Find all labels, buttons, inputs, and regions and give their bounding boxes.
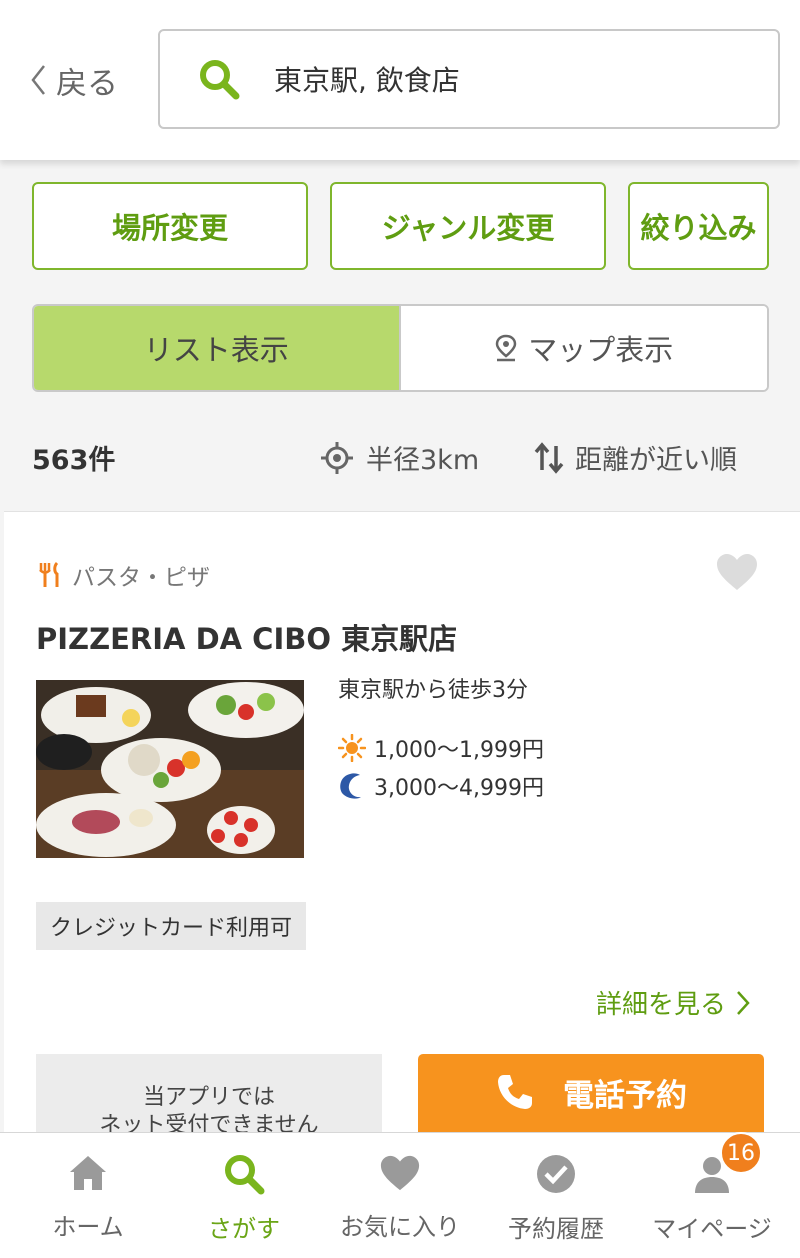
search-icon (225, 1155, 265, 1195)
heart-icon (717, 554, 757, 590)
bottom-tab-bar: ホーム さがす お気に入り 予約履歴 マイページ (0, 1132, 800, 1258)
genre-row: パスタ・ピザ (38, 558, 210, 592)
tab-home-label: ホーム (52, 1213, 124, 1241)
tab-search-label: さがす (208, 1215, 280, 1243)
tab-reservations[interactable]: 予約履歴 (476, 1133, 636, 1258)
location-target-icon (321, 441, 353, 474)
narrow-down-button[interactable]: 絞り込み (628, 182, 769, 270)
tab-favorites-label: お気に入り (340, 1213, 460, 1241)
access-text: 東京駅から徒歩3分 (338, 678, 528, 703)
heart-icon (380, 1155, 420, 1191)
change-genre-button[interactable]: ジャンル変更 (330, 182, 606, 270)
restaurant-photo[interactable] (36, 680, 304, 858)
sort-label: 距離が近い順 (575, 445, 737, 476)
notification-badge: 16 (720, 1132, 762, 1174)
favorite-button[interactable] (715, 552, 759, 596)
change-location-button[interactable]: 場所変更 (32, 182, 308, 270)
map-view-tab[interactable]: マップ表示 (400, 306, 767, 390)
tab-mypage[interactable]: マイページ (632, 1133, 792, 1258)
details-link-label: 詳細を見る (596, 990, 727, 1020)
lunch-price: 1,000〜1,999円 (374, 738, 544, 763)
check-circle-icon (537, 1155, 575, 1193)
phone-reserve-label: 電話予約 (563, 1077, 687, 1114)
search-icon (200, 60, 240, 100)
list-view-label: リスト表示 (143, 333, 289, 367)
radius-selector[interactable]: 半径3km (320, 438, 479, 477)
results-bar: 563件 半径3km 距離が近い順 (0, 430, 800, 482)
search-query: 東京駅, 飲食店 (274, 64, 460, 97)
restaurant-info: 東京駅から徒歩3分 1,000〜1,999円 3,000〜4,999円 (338, 672, 544, 808)
fork-knife-icon (39, 561, 59, 587)
chevron-left-icon (31, 65, 45, 95)
sort-icon (534, 441, 564, 474)
dinner-price-row: 3,000〜4,999円 (338, 770, 544, 802)
tab-search[interactable]: さがす (164, 1133, 324, 1258)
no-web-line-1: 当アプリでは (142, 1085, 275, 1110)
home-icon (70, 1156, 106, 1190)
phone-icon (498, 1075, 532, 1109)
tab-reservations-label: 予約履歴 (508, 1215, 604, 1243)
back-button[interactable]: 戻る (30, 56, 118, 104)
dinner-price: 3,000〜4,999円 (374, 776, 544, 801)
lunch-price-row: 1,000〜1,999円 (338, 732, 544, 764)
restaurant-card[interactable]: パスタ・ピザ PIZZERIA DA CIBO 東京駅店 東京駅から徒歩3分 1… (4, 511, 800, 1154)
map-view-label: マップ表示 (528, 333, 674, 367)
map-pin-icon (495, 334, 517, 362)
genre-label: パスタ・ピザ (72, 565, 210, 591)
radius-label: 半径3km (366, 445, 480, 476)
credit-card-badge: クレジットカード利用可 (36, 902, 307, 950)
sun-icon (338, 734, 366, 762)
restaurant-name[interactable]: PIZZERIA DA CIBO 東京駅店 (36, 616, 457, 658)
app-header: 戻る 東京駅, 飲食店 (0, 0, 800, 160)
tab-mypage-label: マイページ (652, 1215, 772, 1243)
chevron-right-icon (737, 990, 750, 1015)
view-toggle: リスト表示 マップ表示 (32, 304, 769, 392)
search-input[interactable]: 東京駅, 飲食店 (158, 29, 780, 129)
back-label: 戻る (56, 65, 118, 102)
list-view-tab[interactable]: リスト表示 (34, 306, 401, 390)
details-link[interactable]: 詳細を見る (596, 984, 750, 1021)
moon-icon (340, 773, 361, 799)
result-count: 563件 (32, 445, 116, 476)
tab-favorites[interactable]: お気に入り (320, 1133, 480, 1258)
tab-home[interactable]: ホーム (8, 1133, 168, 1258)
sort-selector[interactable]: 距離が近い順 (533, 438, 737, 477)
